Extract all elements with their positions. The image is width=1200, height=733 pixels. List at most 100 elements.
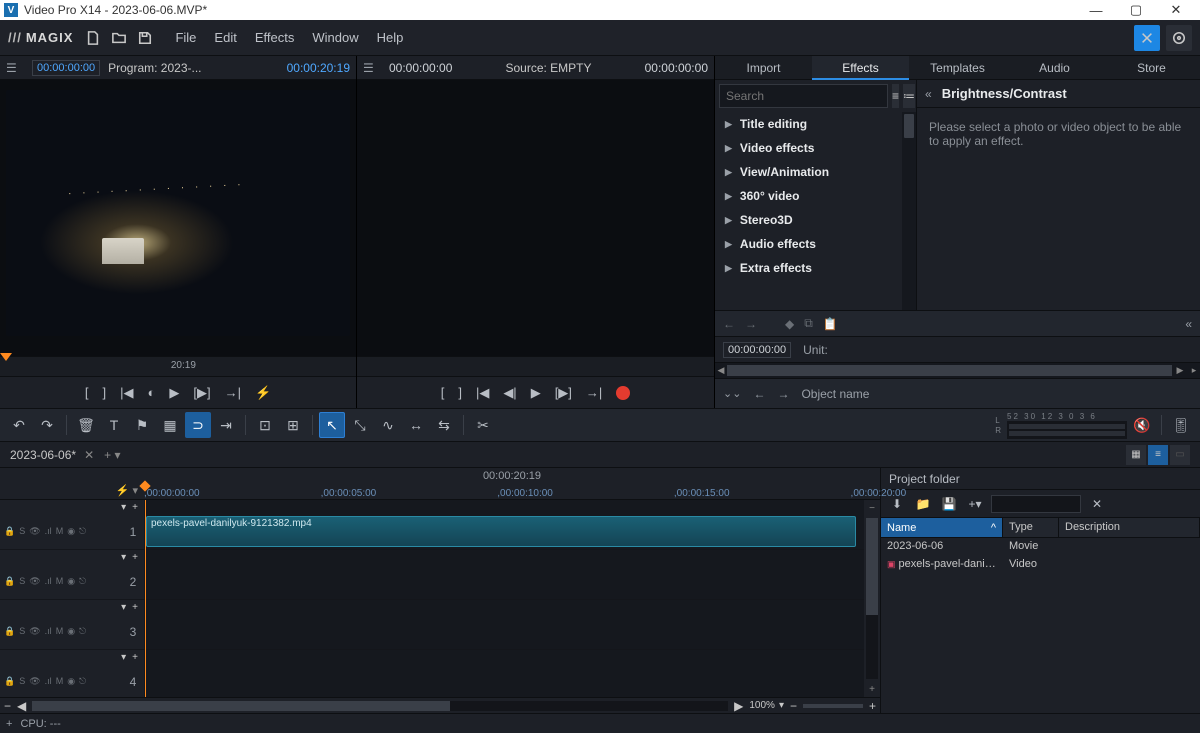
view-grid-icon[interactable]: ▦ — [1126, 445, 1146, 465]
group-button[interactable]: ▦ — [157, 412, 183, 438]
stretch-tool[interactable]: ↔ — [403, 412, 429, 438]
jog-button[interactable]: ⚡ — [255, 385, 271, 401]
view-list-icon[interactable]: ≡ — [1148, 445, 1168, 465]
track-header-4[interactable]: 🔒S👁.ılM◉⎋ 4 — [0, 664, 144, 697]
lock-icon[interactable]: 🔒 — [4, 526, 15, 537]
program-ruler[interactable]: 20:19 — [0, 356, 356, 376]
track-add-icon[interactable]: + — [132, 602, 138, 613]
src-mark-in-button[interactable]: [ — [441, 385, 445, 400]
track-collapse-icon[interactable]: ▾ — [121, 602, 126, 613]
hscroll-left-icon[interactable]: ◀ — [715, 363, 727, 378]
slip-tool[interactable]: ⇆ — [431, 412, 457, 438]
minimize-button[interactable]: — — [1076, 3, 1116, 18]
marker-button[interactable]: ⚑ — [129, 412, 155, 438]
overwrite-button[interactable]: ⊡ — [252, 412, 278, 438]
tab-templates[interactable]: Templates — [909, 56, 1006, 80]
effect-cat-title[interactable]: ▶Title editing — [715, 112, 916, 136]
hscroll-end-icon[interactable]: ▸ — [1188, 363, 1200, 378]
program-menu-icon[interactable]: ☰ — [6, 61, 24, 75]
select-behind-tool[interactable]: ⤡ — [347, 412, 373, 438]
mark-in-button[interactable]: [ — [85, 385, 89, 400]
title-button[interactable]: T — [101, 412, 127, 438]
pf-add-icon[interactable]: +▾ — [965, 494, 985, 514]
program-tc-in[interactable]: 00:00:00:00 — [32, 60, 100, 76]
kf-next-icon[interactable]: → — [745, 317, 757, 331]
track-collapse-icon[interactable]: ▾ — [121, 652, 126, 663]
timeline-tab[interactable]: 2023-06-06* ✕ — [10, 448, 94, 462]
mute-button[interactable]: 🔇 — [1129, 412, 1155, 438]
zoom-control[interactable]: 100%▾ — [749, 700, 784, 711]
menu-file[interactable]: File — [175, 30, 196, 45]
effect-cat-stereo3d[interactable]: ▶Stereo3D — [715, 208, 916, 232]
video-clip[interactable]: pexels-pavel-danilyuk-9121382.mp4 — [146, 516, 856, 547]
effect-cat-video[interactable]: ▶Video effects — [715, 136, 916, 160]
cut-tool[interactable]: ✂ — [470, 412, 496, 438]
magnet-button[interactable]: ⊃ — [185, 412, 211, 438]
track-zoom-icon[interactable]: ⚡ ▾ — [116, 484, 138, 497]
source-menu-icon[interactable]: ☰ — [363, 61, 381, 75]
ripple-button[interactable]: ⇥ — [213, 412, 239, 438]
hscroll-thumb[interactable] — [727, 365, 1172, 376]
insert-button[interactable]: ⊞ — [280, 412, 306, 438]
pf-filter-input[interactable] — [991, 495, 1081, 513]
mark-out-button[interactable]: ] — [102, 385, 106, 400]
vscroll-minus-icon[interactable]: − — [864, 500, 880, 516]
view-film-icon[interactable]: ▭ — [1170, 445, 1190, 465]
src-prev-button[interactable]: |◀ — [476, 385, 489, 401]
zoom-slider[interactable] — [803, 704, 863, 708]
vscroll-plus-icon[interactable]: + — [864, 681, 880, 697]
src-play-range-button[interactable]: [▶] — [555, 385, 572, 401]
undo-button[interactable]: ↶ — [6, 412, 32, 438]
src-play-button[interactable]: ▶ — [531, 385, 541, 401]
keyframe-tc[interactable]: 00:00:00:00 — [723, 342, 791, 358]
delete-button[interactable]: 🗑 — [73, 412, 99, 438]
kf-paste-icon[interactable]: 📋 — [823, 317, 838, 331]
expand-down-icon[interactable]: ⌄⌄ — [723, 387, 741, 400]
track-header-3[interactable]: 🔒S👁.ılM◉⎋ 3 — [0, 614, 144, 650]
tab-store[interactable]: Store — [1103, 56, 1200, 80]
fx-toggle-button[interactable] — [1134, 25, 1160, 51]
select-tool[interactable]: ↖ — [319, 412, 345, 438]
src-step-back-button[interactable]: ◀| — [503, 385, 516, 401]
prev-button[interactable]: |◀ — [120, 385, 133, 401]
hscroll-right-icon[interactable]: ▶ — [1174, 363, 1186, 378]
effect-cat-360[interactable]: ▶360° video — [715, 184, 916, 208]
obj-next-icon[interactable]: → — [777, 387, 789, 401]
track-content[interactable]: pexels-pavel-danilyuk-9121382.mp4 — [144, 500, 864, 697]
track-add-icon[interactable]: + — [132, 502, 138, 513]
play-range-button[interactable]: [▶] — [193, 385, 210, 401]
playhead-line[interactable] — [145, 500, 146, 697]
effect-cat-view[interactable]: ▶View/Animation — [715, 160, 916, 184]
pf-clear-icon[interactable]: ✕ — [1087, 494, 1107, 514]
next-button[interactable]: →| — [225, 385, 241, 400]
kf-prev-icon[interactable]: ← — [723, 317, 735, 331]
hscroll-track[interactable] — [32, 701, 728, 711]
hscroll-start-icon[interactable]: − — [4, 699, 11, 713]
menu-help[interactable]: Help — [377, 30, 404, 45]
maximize-button[interactable]: ▢ — [1116, 2, 1156, 18]
record-button[interactable] — [616, 386, 630, 400]
hscroll-left-icon[interactable]: ◀ — [17, 699, 26, 713]
open-folder-icon[interactable] — [111, 30, 127, 46]
collapse-icon[interactable]: « — [925, 87, 932, 101]
menu-effects[interactable]: Effects — [255, 30, 295, 45]
save-icon[interactable] — [137, 30, 153, 46]
new-file-icon[interactable] — [85, 30, 101, 46]
eye-icon[interactable]: 👁 — [29, 526, 40, 537]
source-ruler[interactable] — [357, 356, 714, 376]
track-header-2[interactable]: 🔒S👁.ılM◉⎋ 2 — [0, 564, 144, 600]
close-button[interactable]: ✕ — [1156, 2, 1196, 18]
mixer-button[interactable]: 🎚 — [1168, 412, 1194, 438]
src-mark-out-button[interactable]: ] — [458, 385, 462, 400]
timeline-ruler[interactable]: ⚡ ▾ 00:00:20:19 ,00:00:00:00 ,00:00:05:0… — [0, 468, 880, 500]
menu-edit[interactable]: Edit — [214, 30, 236, 45]
play-button[interactable]: ▶ — [169, 385, 179, 401]
pf-col-desc[interactable]: Description — [1059, 518, 1200, 537]
tab-effects[interactable]: Effects — [812, 56, 909, 80]
timeline-vscroll[interactable]: − + — [864, 500, 880, 697]
zoom-in-icon[interactable]: + — [869, 699, 876, 713]
track-header-1[interactable]: 🔒S👁.ılM◉⎋ 1 — [0, 514, 144, 550]
program-preview[interactable] — [0, 80, 356, 356]
detail-view-icon[interactable]: ≔ — [903, 84, 915, 108]
track-lane-1[interactable]: pexels-pavel-danilyuk-9121382.mp4 — [144, 514, 864, 550]
